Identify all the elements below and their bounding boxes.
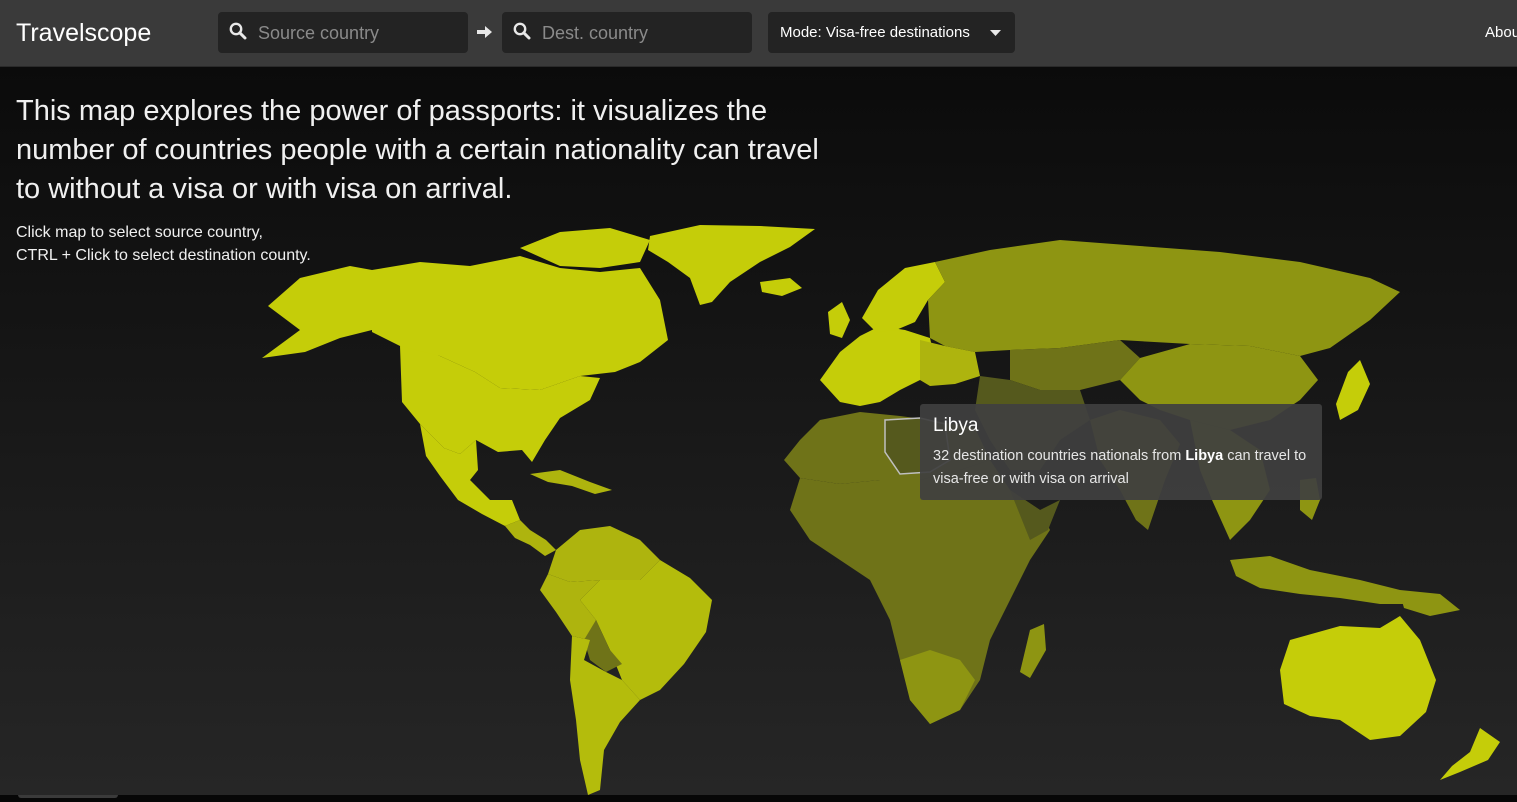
country-new-zealand[interactable]	[1440, 728, 1500, 780]
navbar: Travelscope Mode: Visa-free destinations…	[0, 0, 1517, 67]
country-alaska[interactable]	[262, 266, 372, 358]
tooltip-country-bold: Libya	[1185, 448, 1224, 464]
bottom-handle	[18, 795, 118, 798]
intro-hint-line2: CTRL + Click to select destination count…	[16, 247, 311, 264]
dest-country-input[interactable]	[540, 18, 744, 48]
arrow-right-icon	[477, 26, 492, 38]
country-greenland[interactable]	[648, 225, 815, 305]
country-madagascar[interactable]	[1020, 624, 1046, 678]
about-link[interactable]: About	[1485, 24, 1517, 41]
mode-dropdown[interactable]: Mode: Visa-free destinations	[768, 12, 1015, 53]
app-title[interactable]: Travelscope	[16, 19, 151, 48]
intro-hint: Click map to select source country, CTRL…	[16, 221, 311, 267]
country-iceland[interactable]	[760, 278, 802, 296]
source-country-input[interactable]	[256, 18, 460, 48]
tooltip-count: 32	[933, 448, 950, 464]
caret-down-icon	[990, 30, 1001, 36]
tooltip-country-name: Libya	[933, 415, 979, 436]
country-tooltip: Libya 32 destination countries nationals…	[920, 404, 1322, 500]
country-western-europe[interactable]	[820, 326, 935, 406]
country-caribbean[interactable]	[530, 470, 612, 494]
mode-label: Mode: Visa-free destinations	[780, 24, 970, 41]
world-map[interactable]: This map explores the power of passports…	[0, 67, 1517, 795]
tooltip-description: 32 destination countries nationals from …	[933, 445, 1313, 491]
country-central-america[interactable]	[505, 520, 556, 556]
search-icon	[513, 22, 531, 40]
bottom-strip	[0, 795, 1517, 802]
country-russia[interactable]	[928, 240, 1400, 356]
country-japan[interactable]	[1336, 360, 1370, 420]
search-icon	[229, 22, 247, 40]
source-country-search[interactable]	[218, 12, 468, 53]
dest-country-search[interactable]	[502, 12, 752, 53]
country-venezuela-colombia[interactable]	[548, 526, 660, 582]
intro-hint-line1: Click map to select source country,	[16, 224, 263, 241]
country-uk[interactable]	[828, 302, 850, 338]
country-papua[interactable]	[1400, 594, 1460, 616]
intro-headline: This map explores the power of passports…	[16, 95, 819, 205]
tooltip-text-prefix: destination countries nationals from	[953, 448, 1182, 464]
country-australia[interactable]	[1280, 616, 1436, 740]
